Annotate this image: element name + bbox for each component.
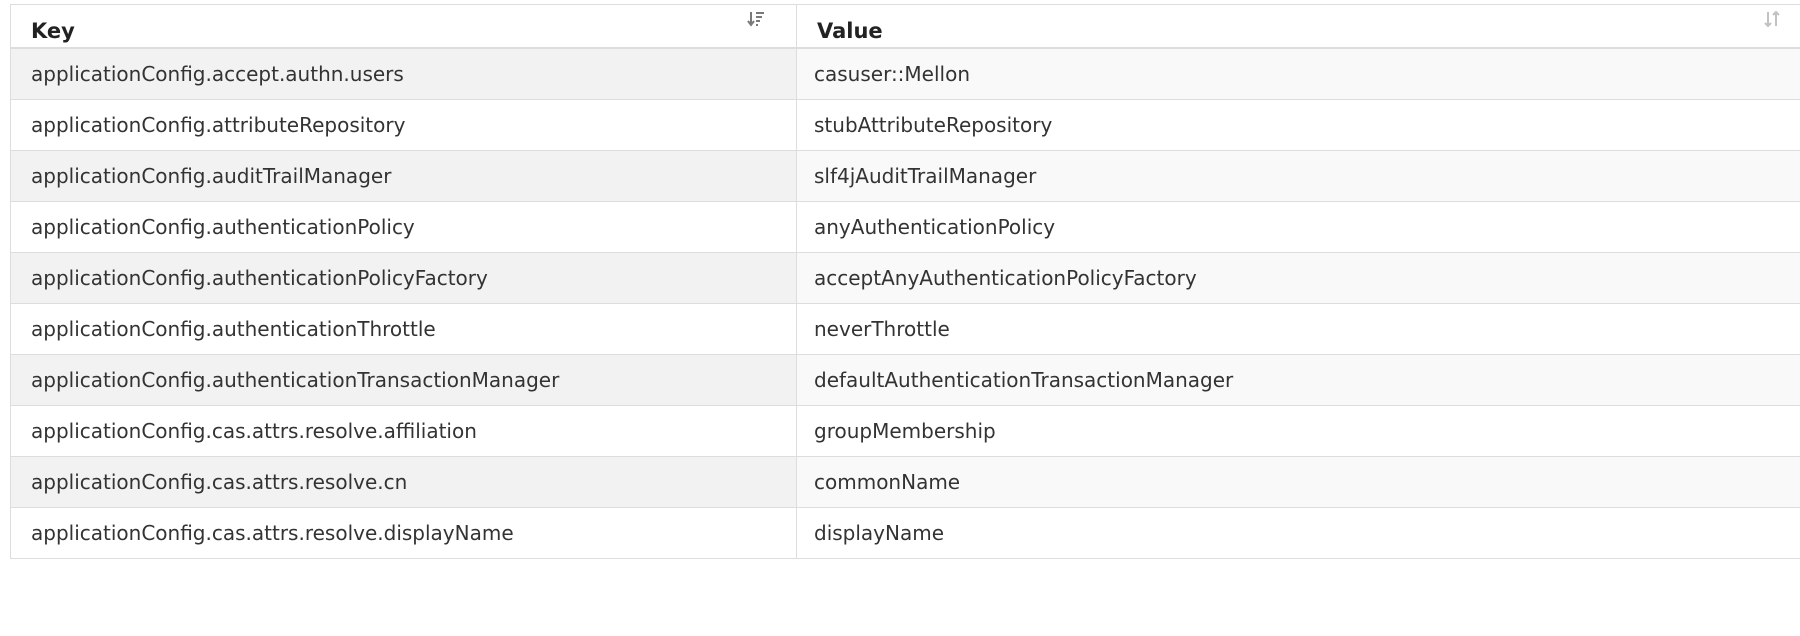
table-row: applicationConfig.authenticationPolicyFa… <box>10 252 1800 304</box>
table-row: applicationConfig.authenticationPolicy a… <box>10 201 1800 253</box>
table-row: applicationConfig.cas.attrs.resolve.disp… <box>10 507 1800 559</box>
cell-key: applicationConfig.cas.attrs.resolve.affi… <box>10 405 797 457</box>
cell-key: applicationConfig.auditTrailManager <box>10 150 797 202</box>
column-header-key-label: Key <box>31 19 75 43</box>
cell-key: applicationConfig.authenticationThrottle <box>10 303 797 355</box>
column-header-value-label: Value <box>817 19 883 43</box>
cell-key: applicationConfig.cas.attrs.resolve.disp… <box>10 507 797 559</box>
cell-key: applicationConfig.authenticationTransact… <box>10 354 797 406</box>
cell-value: acceptAnyAuthenticationPolicyFactory <box>796 252 1800 304</box>
properties-table: Key Value applicationConfig.accept.authn… <box>10 4 1800 559</box>
cell-value: casuser::Mellon <box>796 47 1800 100</box>
cell-value: slf4jAuditTrailManager <box>796 150 1800 202</box>
table-row: applicationConfig.authenticationTransact… <box>10 354 1800 406</box>
table-body: applicationConfig.accept.authn.users cas… <box>10 47 1800 559</box>
table-row: applicationConfig.auditTrailManager slf4… <box>10 150 1800 202</box>
cell-value: displayName <box>796 507 1800 559</box>
cell-value: neverThrottle <box>796 303 1800 355</box>
cell-value: anyAuthenticationPolicy <box>796 201 1800 253</box>
table-row: applicationConfig.cas.attrs.resolve.cn c… <box>10 456 1800 508</box>
cell-key: applicationConfig.cas.attrs.resolve.cn <box>10 456 797 508</box>
cell-value: commonName <box>796 456 1800 508</box>
table-row: applicationConfig.authenticationThrottle… <box>10 303 1800 355</box>
properties-table-container: Key Value applicationConfig.accept.authn… <box>10 4 1800 559</box>
table-header: Key Value <box>10 4 1800 49</box>
cell-value: defaultAuthenticationTransactionManager <box>796 354 1800 406</box>
cell-value: groupMembership <box>796 405 1800 457</box>
cell-key: applicationConfig.authenticationPolicyFa… <box>10 252 797 304</box>
column-header-value[interactable]: Value <box>796 4 1800 49</box>
table-row: applicationConfig.attributeRepository st… <box>10 99 1800 151</box>
column-header-key[interactable]: Key <box>10 4 797 49</box>
cell-key: applicationConfig.accept.authn.users <box>10 47 797 100</box>
sort-both-icon[interactable] <box>1762 9 1782 29</box>
sort-amount-down-icon[interactable] <box>746 9 766 29</box>
cell-key: applicationConfig.authenticationPolicy <box>10 201 797 253</box>
table-row: applicationConfig.cas.attrs.resolve.affi… <box>10 405 1800 457</box>
table-row: applicationConfig.accept.authn.users cas… <box>10 47 1800 100</box>
cell-value: stubAttributeRepository <box>796 99 1800 151</box>
header-row: Key Value <box>10 4 1800 49</box>
cell-key: applicationConfig.attributeRepository <box>10 99 797 151</box>
